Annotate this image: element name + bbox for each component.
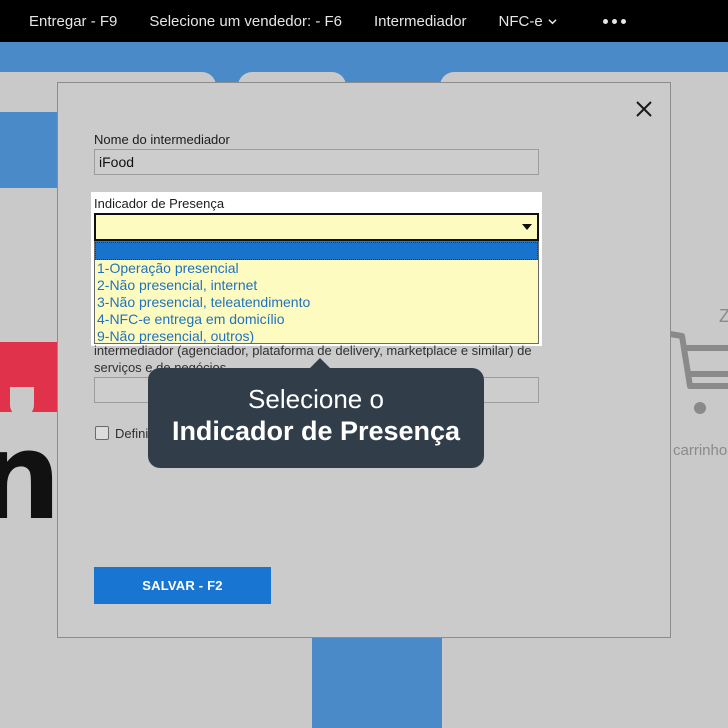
- presence-option-2[interactable]: 2-Não presencial, internet: [95, 277, 538, 294]
- dropdown-arrow-icon: [522, 224, 532, 230]
- presence-indicator-label: Indicador de Presença: [94, 196, 225, 211]
- nav-select-seller-label: Selecione um vendedor: - F6: [149, 12, 342, 30]
- nav-nfce-label: NFC-e: [498, 12, 543, 30]
- tooltip-line2: Indicador de Presença: [171, 416, 461, 446]
- background-z-text: Z: [719, 306, 728, 326]
- nav-deliver[interactable]: Entregar - F9: [29, 13, 117, 30]
- nav-nfce-dropdown[interactable]: NFC-e: [499, 13, 557, 30]
- chevron-down-icon: [548, 18, 557, 24]
- presence-option-empty[interactable]: [95, 242, 538, 260]
- intermediary-modal: Nome do intermediador Indicador de Prese…: [57, 82, 671, 638]
- intermediary-name-input[interactable]: [94, 149, 539, 175]
- nav-intermediary-label: Intermediador: [373, 12, 467, 30]
- presence-option-4[interactable]: 4-NFC-e entrega em domicílio: [95, 311, 538, 328]
- intermediary-name-label: Nome do intermediador: [94, 132, 230, 147]
- top-nav-bar: Entregar - F9 Selecione um vendedor: - F…: [0, 0, 728, 42]
- nav-intermediary[interactable]: Intermediador: [374, 13, 467, 30]
- close-icon[interactable]: [635, 100, 653, 118]
- save-button[interactable]: SALVAR - F2: [94, 567, 271, 604]
- presence-indicator-select[interactable]: [94, 213, 539, 241]
- background-cart-text: carrinho: [673, 442, 728, 459]
- tooltip-line1: Selecione o: [248, 384, 384, 414]
- shopping-cart-icon: [669, 331, 728, 414]
- nav-deliver-label: Entregar - F9: [29, 12, 118, 30]
- presence-indicator-panel: Indicador de Presença 1-Operação presenc…: [91, 192, 542, 346]
- nav-select-seller[interactable]: Selecione um vendedor: - F6: [149, 13, 342, 30]
- presence-option-1[interactable]: 1-Operação presencial: [95, 260, 538, 277]
- define-checkbox-label: Definir: [115, 426, 153, 441]
- more-options-icon[interactable]: [602, 18, 626, 24]
- background-left-accent: [0, 112, 60, 188]
- define-checkbox[interactable]: [95, 426, 109, 440]
- presence-options-list: 1-Operação presencial 2-Não presencial, …: [94, 241, 539, 344]
- presence-option-3[interactable]: 3-Não presencial, teleatendimento: [95, 294, 538, 311]
- guide-tooltip: Selecione o Indicador de Presença: [148, 358, 484, 468]
